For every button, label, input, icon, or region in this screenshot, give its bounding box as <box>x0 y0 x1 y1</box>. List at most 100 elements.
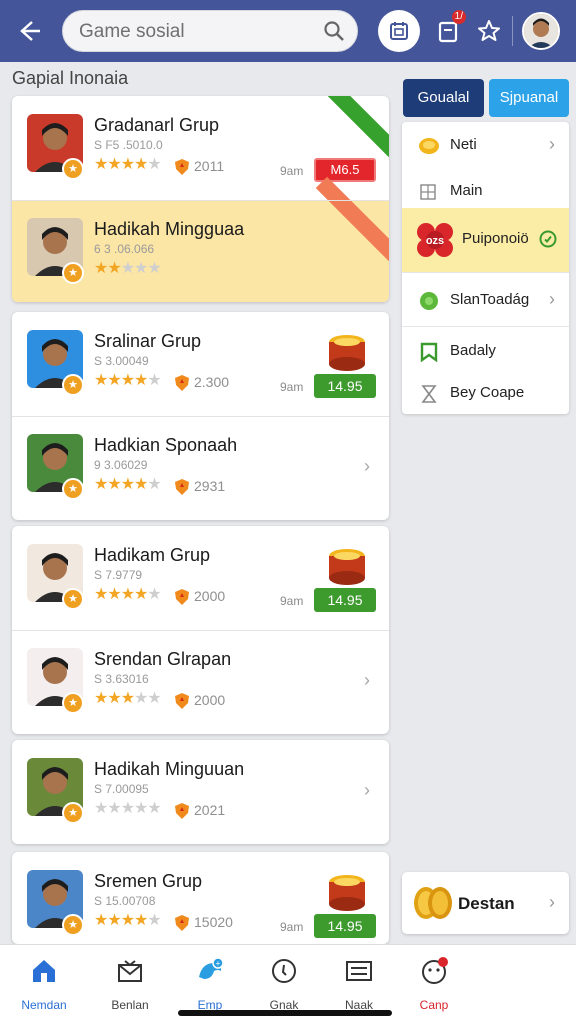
group-title: Hadkian Sponaah <box>94 435 238 455</box>
group-row[interactable]: ★ Sralinar Grup S 3.00049 ★★★★★ 2.300 9am 14.9… <box>12 312 389 416</box>
group-score: 2000 <box>194 692 226 708</box>
menu-item-label: Badaly <box>450 342 496 359</box>
menu-item-label: Main <box>450 182 483 199</box>
row-divider <box>12 416 389 417</box>
price-button[interactable]: 14.95 <box>314 588 376 612</box>
nav-item-benlan[interactable]: Benlan <box>90 957 170 1012</box>
destan-button[interactable]: Destan › <box>402 872 569 934</box>
home-icon <box>33 960 55 982</box>
price-button[interactable]: 14.95 <box>314 914 376 938</box>
avatar[interactable] <box>522 12 560 50</box>
grid-icon <box>420 184 436 200</box>
calendar-icon <box>390 22 408 40</box>
nav-item-emp[interactable]: + Emp <box>170 957 250 1012</box>
clover-icon <box>420 292 438 310</box>
list-icon <box>346 961 372 981</box>
coin-stack-icon <box>329 875 365 911</box>
group-row[interactable]: ★ Srendan Glrapan S 3.63016 ★★★★★ 2000 › <box>12 630 389 734</box>
member-badge-icon: ★ <box>62 374 84 396</box>
group-score: 2931 <box>194 478 226 494</box>
svg-text:+: + <box>216 959 221 968</box>
search-bar[interactable]: Game sosial <box>62 10 358 52</box>
group-card: ★ Hadikah Minguuan S 7.00095 ★★★★★ 2021 › <box>12 740 389 844</box>
price-button[interactable]: 14.95 <box>314 374 376 398</box>
member-badge-icon: ★ <box>62 588 84 610</box>
side-menu: Neti › Main ozs Puiponoiö SlanToadág › B… <box>402 122 569 414</box>
group-score: 2.300 <box>194 374 230 390</box>
group-title: Hadikah Mingguaa <box>94 219 245 239</box>
favorites-button[interactable] <box>472 14 506 48</box>
group-row[interactable]: ★ Hadikah Minguuan S 7.00095 ★★★★★ 2021 › <box>12 740 389 844</box>
group-subtitle: S 7.9779 <box>94 568 143 582</box>
gold-coins-icon <box>414 887 452 919</box>
group-time: 9am <box>280 164 304 178</box>
nav-label: Nemdan <box>21 998 67 1012</box>
rating-stars: ★★★★★ <box>94 156 162 173</box>
row-divider <box>12 630 389 631</box>
menu-item-badaly[interactable]: Badaly <box>402 328 569 374</box>
nav-item-naak[interactable]: Naak <box>319 957 399 1012</box>
rating-stars: ★★★★★ <box>94 476 162 493</box>
mail-icon <box>118 960 142 982</box>
chevron-right-icon: › <box>549 134 555 154</box>
chevron-right-icon: › <box>549 892 555 912</box>
menu-divider <box>402 272 569 273</box>
group-subtitle: S 7.00095 <box>94 782 149 796</box>
shield-icon <box>175 159 189 175</box>
group-subtitle: S 3.00049 <box>94 354 149 368</box>
group-score: 15020 <box>194 914 233 930</box>
coin-stack-icon <box>329 549 365 585</box>
group-row[interactable]: ★ Sremen Grup S 15.00708 ★★★★★ 15020 9am 14.95 <box>12 852 389 944</box>
chevron-right-icon: › <box>364 456 370 476</box>
row-divider <box>12 200 389 201</box>
shield-icon <box>175 589 189 605</box>
rating-stars: ★★★★★ <box>94 690 162 707</box>
menu-item-puiponoio[interactable]: ozs Puiponoiö <box>402 208 569 272</box>
menu-item-neti[interactable]: Neti › <box>402 122 569 168</box>
tab-sjpuanal[interactable]: Sjpuanal <box>489 79 569 117</box>
nav-item-canp[interactable]: Canp <box>394 957 474 1012</box>
group-card: ★ Sremen Grup S 15.00708 ★★★★★ 15020 9am 14.95 <box>12 852 389 944</box>
group-card: ★ Sralinar Grup S 3.00049 ★★★★★ 2.300 9am 14.9… <box>12 312 389 520</box>
member-badge-icon: ★ <box>62 692 84 714</box>
menu-item-label: Bey Coape <box>450 384 525 401</box>
shield-icon <box>175 915 189 931</box>
section-title: Gapial Inonaia <box>12 68 129 88</box>
shield-icon <box>175 479 189 495</box>
top-app-bar: Game sosial 1/ <box>0 0 576 62</box>
group-time: 9am <box>280 380 304 394</box>
group-card: ★ Gradanarl Grup S F5 .5010.0 ★★★★★ 2011 9am M… <box>12 96 389 302</box>
search-icon[interactable] <box>323 20 345 42</box>
price-button[interactable]: M6.5 <box>314 158 376 182</box>
chevron-right-icon: › <box>549 289 555 309</box>
shield-icon <box>175 693 189 709</box>
nav-item-gnak[interactable]: Gnak <box>244 957 324 1012</box>
group-row[interactable]: ★ Hadikam Grup S 7.9779 ★★★★★ 2000 9am 14.95 <box>12 526 389 630</box>
bird-icon: + <box>199 957 224 979</box>
group-subtitle: S 3.63016 <box>94 672 149 686</box>
bookmark-icon <box>420 342 438 363</box>
group-row[interactable]: ★ Hadikah Mingguaa 6 3 .06.066 ★★★★★ <box>12 176 389 302</box>
coin-icon <box>419 138 439 154</box>
tab-goualal[interactable]: Goualal <box>403 79 484 117</box>
search-input[interactable]: Game sosial <box>79 21 185 43</box>
notification-button[interactable]: 1/ <box>432 10 466 48</box>
nav-item-nemdan[interactable]: Nemdan <box>4 957 84 1012</box>
group-title: Sralinar Grup <box>94 331 202 351</box>
group-row[interactable]: ★ Hadkian Sponaah 9 3.06029 ★★★★★ 2931 › <box>12 416 389 520</box>
member-badge-icon: ★ <box>62 478 84 500</box>
group-score: 2011 <box>194 158 225 174</box>
group-subtitle: S F5 .5010.0 <box>94 138 163 152</box>
notification-badge: 1/ <box>451 10 466 24</box>
calendar-button[interactable] <box>378 10 420 52</box>
badge-icon: ozs <box>417 223 453 257</box>
svg-text:ozs: ozs <box>426 235 444 247</box>
rating-stars: ★★★★★ <box>94 260 162 277</box>
back-arrow-icon[interactable] <box>12 14 46 48</box>
menu-item-bey-coape[interactable]: Bey Coape <box>402 370 569 416</box>
menu-item-label: Puiponoiö <box>462 230 529 247</box>
menu-item-slantoadag[interactable]: SlanToadág › <box>402 277 569 323</box>
rating-stars: ★★★★★ <box>94 800 162 817</box>
member-badge-icon: ★ <box>62 158 84 180</box>
group-score: 2021 <box>194 802 226 818</box>
